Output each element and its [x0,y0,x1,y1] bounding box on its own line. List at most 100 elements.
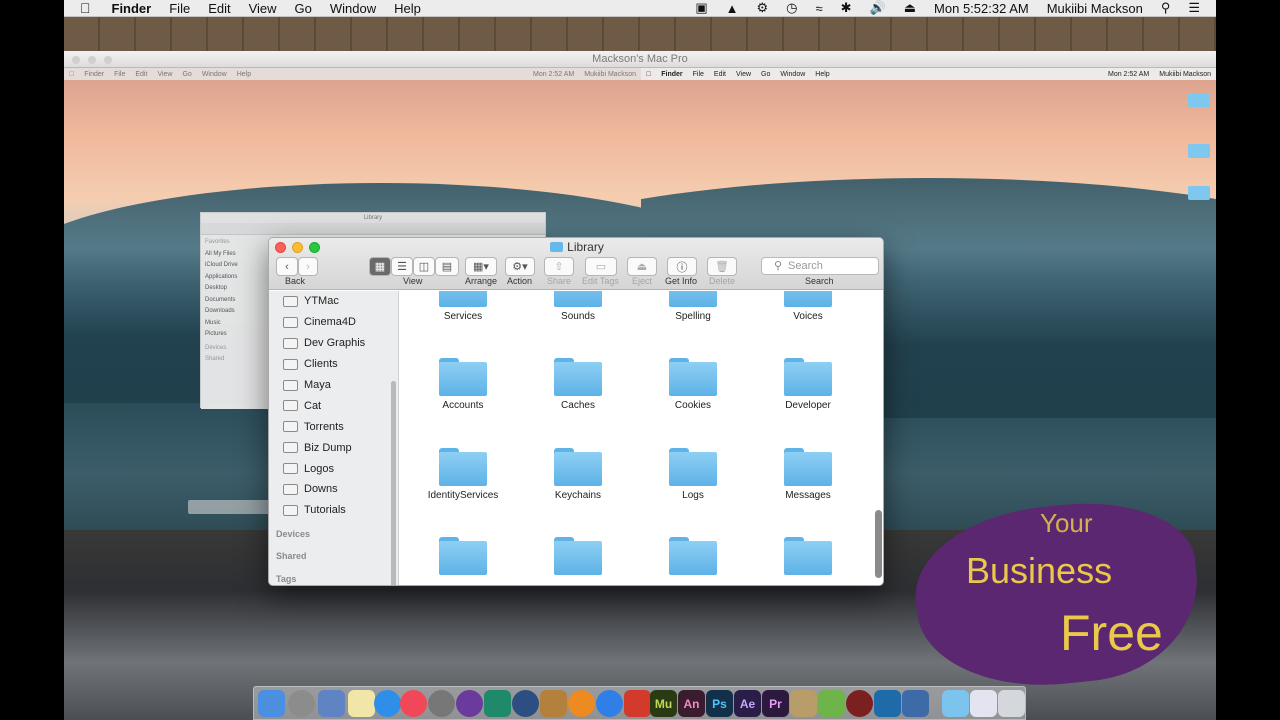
app-dock-icon[interactable] [874,690,901,717]
launchpad-dock-icon[interactable] [288,690,315,717]
premiere-dock-icon[interactable]: Pr [762,690,789,717]
vm-zoom-button[interactable] [104,56,112,64]
folder-item[interactable] [638,537,748,575]
menu-go[interactable]: Go [286,1,321,16]
guest-apple-icon[interactable]:  [641,71,656,78]
icon-view-button[interactable]: ▦ [369,257,391,276]
guest-apple-icon[interactable]:  [64,71,79,78]
delete-button[interactable]: 🗑 [707,257,737,276]
preview-dock-icon[interactable] [318,690,345,717]
app-dock-icon[interactable] [624,690,651,717]
desktop-folder-icon[interactable] [1188,144,1210,158]
document-dock-icon[interactable] [970,690,997,717]
gear-icon[interactable]: ⚙ [748,0,778,16]
list-view-button[interactable]: ☰ [391,257,413,276]
sidebar-section-tags[interactable]: Tags [276,574,296,584]
mini-sidebar-item[interactable]: Applications [205,274,277,286]
guest-menu-help[interactable]: Help [232,71,256,78]
guest-menu-help[interactable]: Help [810,71,834,78]
guest-menu-window[interactable]: Window [775,71,810,78]
guest-menu-edit[interactable]: Edit [709,71,731,78]
desktop-folder-icon[interactable] [1188,186,1210,200]
android-studio-dock-icon[interactable] [818,690,845,717]
volume-icon[interactable]: 🔊 [861,0,895,16]
folder-item-voices[interactable]: Voices [753,291,863,322]
notes-dock-icon[interactable] [348,690,375,717]
finder-dock-icon[interactable] [258,690,285,717]
search-input[interactable]: ⚲ Search [761,257,879,275]
mini-sidebar-item[interactable]: Downloads [205,308,277,320]
mini-sidebar-item[interactable]: iCloud Drive [205,262,277,274]
sidebar-scrollbar[interactable] [391,381,396,585]
guest-menu-window[interactable]: Window [197,71,232,78]
guest-menu-go[interactable]: Go [756,71,775,78]
sidebar-item-dev-graphis[interactable]: Dev Graphis [269,333,398,354]
share-icon[interactable]: ▲ [717,1,748,16]
get-info-button[interactable]: ⓘ [667,257,697,276]
folder-item-cookies[interactable]: Cookies [638,358,748,411]
folder-item-logs[interactable]: Logs [638,448,748,501]
guest-menu-go[interactable]: Go [177,71,196,78]
folder-item-sounds[interactable]: Sounds [523,291,633,322]
guest-menu-edit[interactable]: Edit [130,71,152,78]
app-dock-icon[interactable] [902,690,929,717]
blender-dock-icon[interactable] [568,690,595,717]
menu-file[interactable]: File [160,1,199,16]
downloads-folder-dock-icon[interactable] [942,690,969,717]
system-preferences-dock-icon[interactable] [428,690,455,717]
wifi-icon[interactable]: ≈ [807,1,832,16]
folder-item-caches[interactable]: Caches [523,358,633,411]
edit-tags-button[interactable]: ▭ [585,257,617,276]
safari-dock-icon[interactable] [374,690,401,717]
guest-menu-view[interactable]: View [731,71,756,78]
bluetooth-icon[interactable]: ✱ [832,0,861,16]
sidebar-item-ytmac[interactable]: YTMac [269,291,398,312]
folder-item[interactable] [408,537,518,575]
apple-menu-icon[interactable]:  [64,0,103,16]
guest-menu-view[interactable]: View [152,71,177,78]
app-store-dock-icon[interactable] [596,690,623,717]
guest-menu-finder[interactable]: Finder [656,71,687,78]
sidebar-item-clients[interactable]: Clients [269,354,398,375]
finder-window[interactable]: Library ‹ › Back ▦ ☰ ◫ ▤ View ▦▾ Arrange… [268,237,884,586]
trash-dock-icon[interactable] [998,690,1025,717]
photoshop-dock-icon[interactable]: Ps [706,690,733,717]
menu-app-finder[interactable]: Finder [103,1,161,16]
app-dock-icon[interactable] [540,690,567,717]
mini-sidebar-item[interactable]: Documents [205,297,277,309]
guest-user[interactable]: Mukiibi Mackson [579,71,641,78]
menu-user[interactable]: Mukiibi Mackson [1038,1,1152,16]
app-dock-icon[interactable] [846,690,873,717]
camera-icon[interactable]: ▣ [686,0,716,16]
sidebar-section-shared[interactable]: Shared [276,551,307,561]
folder-item-developer[interactable]: Developer [753,358,863,411]
mini-sidebar-item[interactable]: Desktop [205,285,277,297]
menu-help[interactable]: Help [385,1,430,16]
column-view-button[interactable]: ◫ [413,257,435,276]
sidebar-item-logos[interactable]: Logos [269,458,398,479]
folder-item[interactable] [753,537,863,575]
folder-item-accounts[interactable]: Accounts [408,358,518,411]
vm-close-button[interactable] [72,56,80,64]
guest-clock[interactable]: Mon 2:52 AM [528,71,579,78]
folder-item[interactable] [523,537,633,575]
app-dock-icon[interactable] [790,690,817,717]
muse-dock-icon[interactable]: Mu [650,690,677,717]
menu-clock[interactable]: Mon 5:52:32 AM [925,1,1038,16]
itunes-dock-icon[interactable] [400,690,427,717]
sidebar-item-maya[interactable]: Maya [269,375,398,396]
vm-minimize-button[interactable] [88,56,96,64]
eject-icon[interactable]: ⏏ [895,0,925,16]
sidebar-section-devices[interactable]: Devices [276,529,310,539]
sidebar-item-cat[interactable]: Cat [269,395,398,416]
guest-menu-file[interactable]: File [688,71,709,78]
arrange-button[interactable]: ▦▾ [465,257,497,276]
sidebar-item-biz-dump[interactable]: Biz Dump [269,437,398,458]
clock-icon[interactable]: ◷ [777,0,806,16]
folder-item-identityservices[interactable]: IdentityServices [408,448,518,501]
mini-sidebar-item[interactable]: Music [205,320,277,332]
notification-center-icon[interactable]: ☰ [1179,0,1216,16]
menu-view[interactable]: View [240,1,286,16]
app-dock-icon[interactable] [456,690,483,717]
guest-user[interactable]: Mukiibi Mackson [1154,71,1216,78]
